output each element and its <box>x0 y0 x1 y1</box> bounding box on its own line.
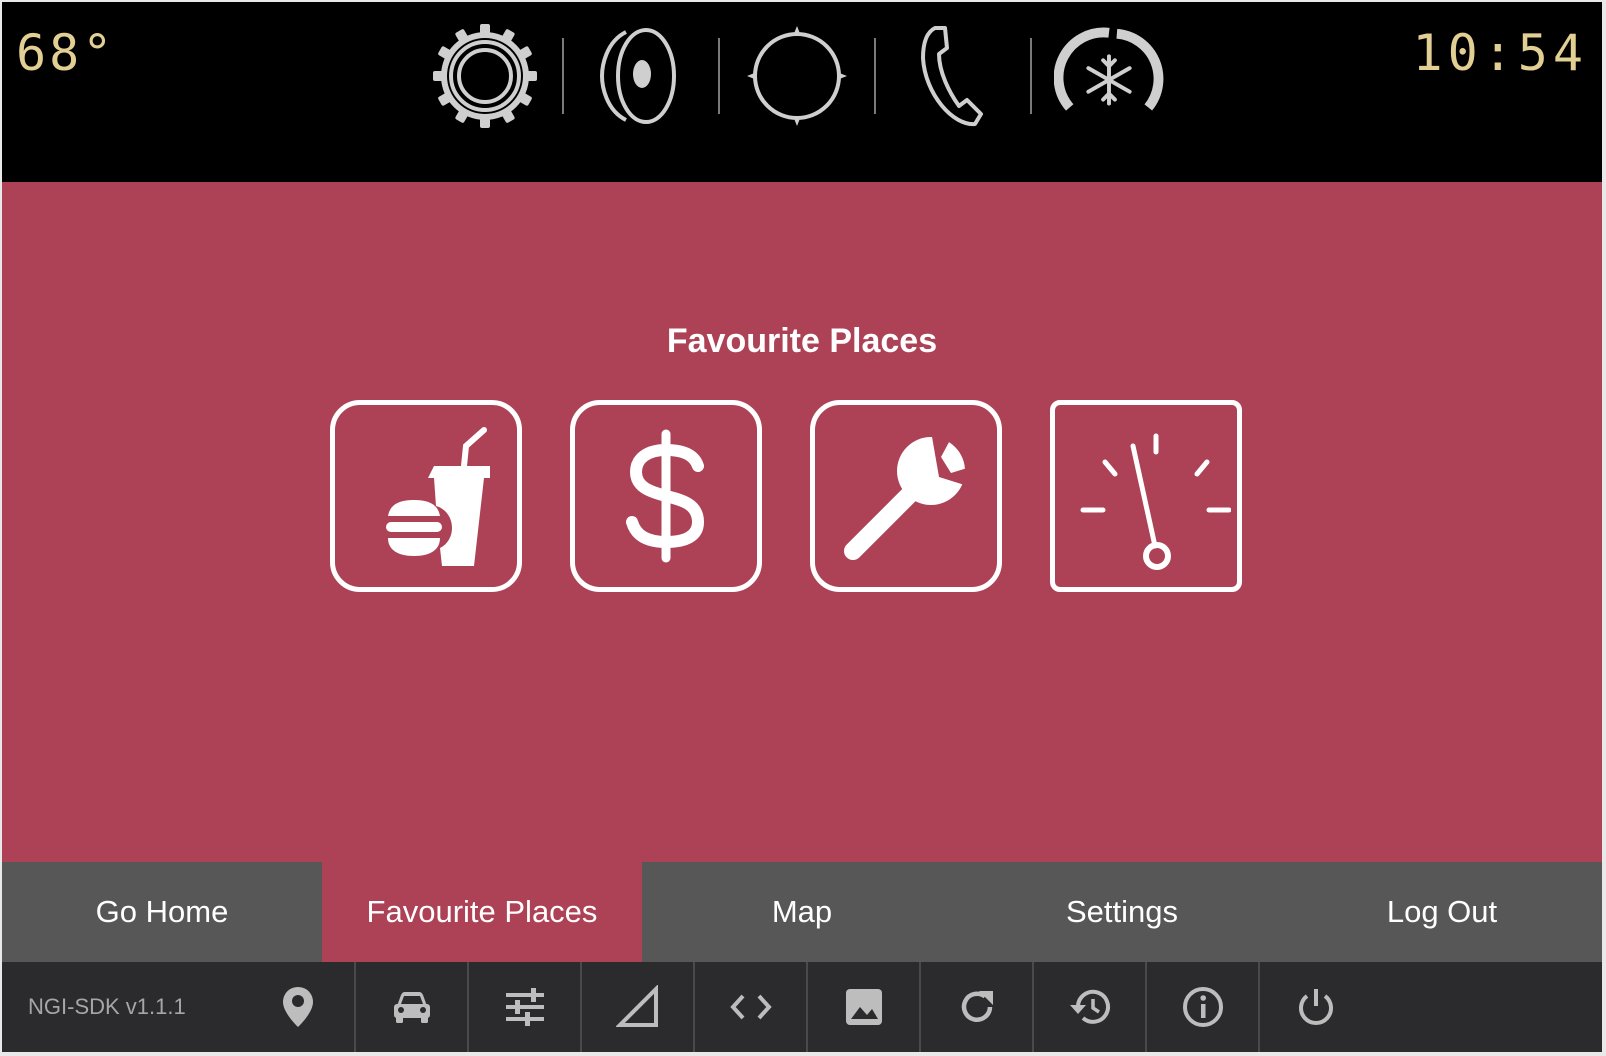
location-button[interactable] <box>242 962 354 1052</box>
location-pin-icon <box>283 987 313 1027</box>
power-icon <box>1298 989 1333 1025</box>
navigation-compass-icon[interactable] <box>742 21 852 131</box>
fast-food-button[interactable] <box>330 400 522 592</box>
app-frame: 68° 10:54 Favourite Places Go Home Favou… <box>2 2 1602 1052</box>
sliders-button[interactable] <box>469 962 580 1052</box>
temperature-readout: 68° <box>16 24 116 82</box>
gauge-button[interactable] <box>1050 400 1242 592</box>
power-button[interactable] <box>1260 962 1371 1052</box>
sdk-toolbar: NGI-SDK v1.1.1 <box>2 962 1602 1052</box>
phone-icon[interactable] <box>898 21 1008 131</box>
climate-fan-icon[interactable] <box>1054 21 1164 131</box>
tab-map[interactable]: Map <box>642 862 962 962</box>
code-icon <box>729 994 772 1020</box>
fast-food-icon <box>386 427 490 566</box>
favourite-places-grid <box>330 400 1242 592</box>
sliders-icon <box>505 988 544 1026</box>
audio-speaker-icon[interactable] <box>586 21 696 131</box>
wrench-icon <box>844 431 977 560</box>
info-icon <box>1182 987 1223 1027</box>
quick-controls <box>430 16 1164 136</box>
tab-settings[interactable]: Settings <box>962 862 1282 962</box>
gauge-icon <box>1080 433 1231 570</box>
divider <box>562 38 564 114</box>
divider <box>1030 38 1032 114</box>
divider <box>874 38 876 114</box>
image-button[interactable] <box>808 962 919 1052</box>
tab-log-out[interactable]: Log Out <box>1282 862 1602 962</box>
history-button[interactable] <box>1034 962 1145 1052</box>
refresh-icon <box>961 991 993 1022</box>
signal-triangle-icon <box>615 985 658 1027</box>
tab-favourite-places[interactable]: Favourite Places <box>322 862 642 962</box>
dollar-icon <box>626 429 705 563</box>
image-icon <box>845 989 882 1025</box>
divider <box>718 38 720 114</box>
vehicle-button[interactable] <box>356 962 467 1052</box>
signal-button[interactable] <box>582 962 693 1052</box>
tab-bar: Go Home Favourite Places Map Settings Lo… <box>2 862 1602 962</box>
car-icon <box>393 992 430 1023</box>
dollar-button[interactable] <box>570 400 762 592</box>
version-label: NGI-SDK v1.1.1 <box>28 994 186 1019</box>
wrench-button[interactable] <box>810 400 1002 592</box>
status-bar: 68° 10:54 <box>2 2 1602 182</box>
settings-gear-icon[interactable] <box>430 21 540 131</box>
code-button[interactable] <box>695 962 806 1052</box>
refresh-button[interactable] <box>921 962 1032 1052</box>
tab-go-home[interactable]: Go Home <box>2 862 322 962</box>
info-button[interactable] <box>1147 962 1258 1052</box>
history-icon <box>1069 989 1110 1024</box>
clock: 10:54 <box>1412 24 1588 82</box>
main-content: Favourite Places <box>2 182 1602 862</box>
page-title: Favourite Places <box>666 322 938 360</box>
